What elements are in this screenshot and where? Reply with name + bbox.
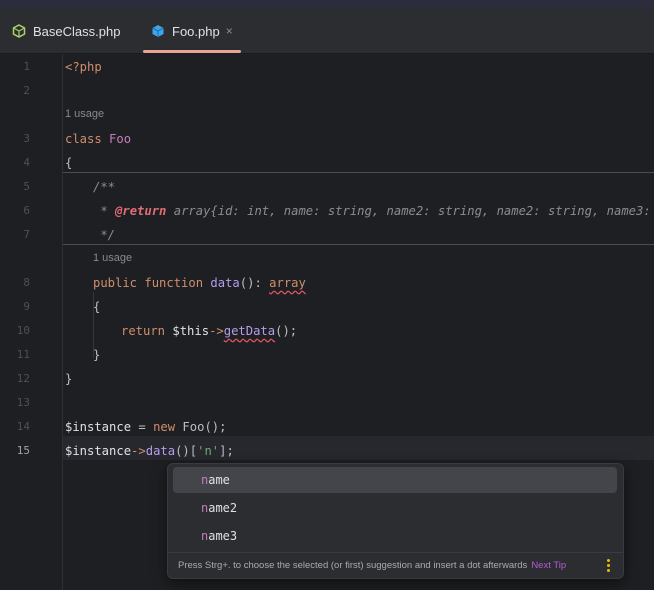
variable: $this: [165, 324, 210, 338]
line-number: 11: [16, 348, 30, 361]
more-options-icon[interactable]: [607, 559, 611, 574]
function-name: data: [210, 276, 240, 290]
line-number: 5: [23, 180, 30, 193]
punctuation: ();: [275, 324, 298, 338]
punctuation: ():: [239, 276, 270, 290]
return-type: array: [269, 276, 306, 290]
doc-comment: * @return array{id: int, name: string, n…: [93, 203, 654, 219]
code-line: $instance = new Foo();: [65, 419, 226, 435]
line-number: 1: [23, 60, 30, 73]
code-line: }: [65, 372, 73, 386]
doc-star: *: [93, 204, 116, 218]
code-line: public function data(): array: [93, 275, 306, 291]
keyword: public: [93, 276, 138, 290]
line-number: 4: [23, 156, 30, 169]
tab-foo[interactable]: Foo.php ×: [143, 9, 241, 53]
line-number: 6: [23, 204, 30, 217]
completion-item[interactable]: name3: [173, 523, 617, 549]
line-number: 9: [23, 300, 30, 313]
line-number: 14: [16, 420, 30, 433]
keyword: return: [121, 324, 166, 338]
line-number: 10: [16, 324, 30, 337]
doc-text: array{id: int, name: string, name2: stri…: [166, 204, 654, 218]
code-line: }: [93, 348, 101, 362]
completion-item[interactable]: name2: [173, 495, 617, 521]
tab-baseclass[interactable]: BaseClass.php: [12, 9, 120, 53]
code-line: {: [93, 300, 101, 314]
line-number: 13: [16, 396, 30, 409]
code-line: {: [65, 156, 73, 170]
class-ref: Foo: [175, 420, 205, 434]
line-number: 8: [23, 276, 30, 289]
code-line-current[interactable]: $instance->data()['n'];: [65, 443, 234, 459]
keyword: new: [153, 420, 176, 434]
variable: $instance: [65, 444, 132, 458]
line-number: 2: [23, 84, 30, 97]
close-icon[interactable]: ×: [226, 24, 233, 38]
completion-footer: Press Strg+. to choose the selected (or …: [168, 552, 623, 578]
line-number-current: 15: [16, 444, 30, 457]
line-number: 3: [23, 132, 30, 145]
code-line: <?php: [65, 60, 102, 74]
line-number-gutter: 1 2 3 4 5 6 7 8 9 10 11 12 13 14 15: [0, 54, 63, 590]
usage-hint[interactable]: 1 usage: [93, 252, 132, 264]
title-bar: [0, 0, 654, 9]
completion-text: ame: [208, 473, 230, 487]
class-name: Foo: [109, 132, 132, 146]
doc-separator: [63, 172, 654, 173]
variable: $instance: [65, 420, 132, 434]
completion-text: ame2: [208, 501, 238, 515]
punctuation: ();: [204, 420, 227, 434]
line-number: 7: [23, 228, 30, 241]
footer-hint: Press Strg+. to choose the selected (or …: [178, 560, 528, 571]
keyword: function: [144, 276, 204, 290]
method-call: data: [145, 444, 176, 458]
code-line: return $this->getData();: [121, 323, 297, 339]
line-number: 12: [16, 372, 30, 385]
code-line: class Foo: [65, 131, 131, 147]
active-tab-indicator: [143, 50, 241, 53]
arrow-operator: ->: [209, 324, 224, 338]
string-literal: 'n': [197, 444, 220, 458]
punctuation: ()[: [175, 444, 198, 458]
completion-item[interactable]: name: [173, 467, 617, 493]
usage-hint[interactable]: 1 usage: [65, 108, 104, 120]
keyword: class: [65, 132, 102, 146]
doc-comment: */: [93, 228, 116, 242]
doc-separator: [63, 244, 654, 245]
doc-comment: /**: [93, 180, 116, 194]
php-class-icon: [12, 24, 26, 38]
next-tip-link[interactable]: Next Tip: [531, 560, 566, 571]
arrow-operator: ->: [131, 444, 146, 458]
editor-tab-bar: BaseClass.php Foo.php ×: [0, 9, 654, 54]
punctuation: ];: [219, 444, 234, 458]
completion-popup: name name2 name3 Press Strg+. to choose …: [167, 463, 624, 579]
completion-text: ame3: [208, 529, 238, 543]
tab-label: Foo.php: [172, 23, 220, 39]
doc-tag: @return: [115, 204, 167, 218]
operator: =: [131, 420, 154, 434]
tab-label: BaseClass.php: [33, 23, 121, 39]
method-call: getData: [223, 324, 276, 338]
php-file-icon: [152, 25, 164, 37]
